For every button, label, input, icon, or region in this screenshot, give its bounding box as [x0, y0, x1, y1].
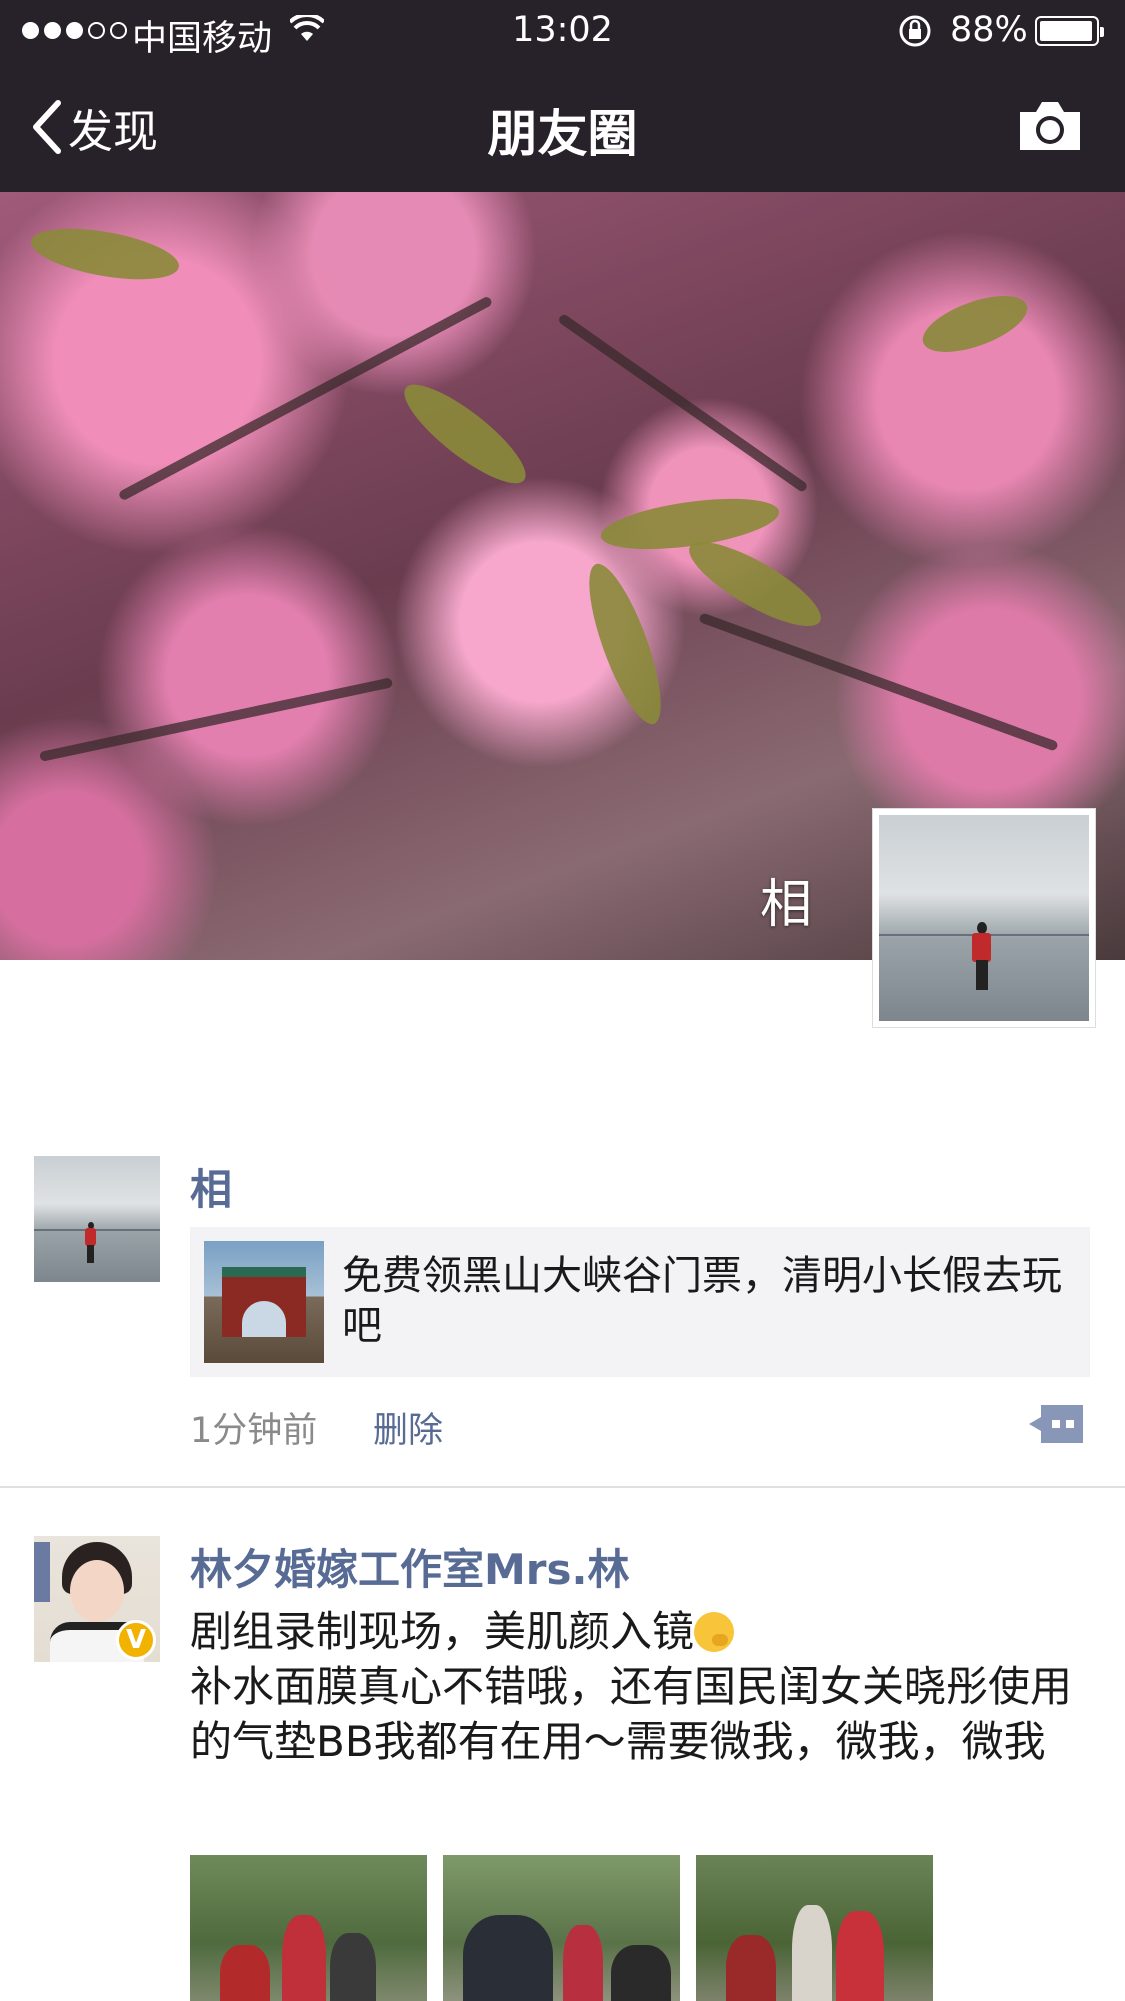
- comment-icon[interactable]: [1027, 1403, 1085, 1445]
- avatar[interactable]: V: [34, 1536, 160, 1662]
- shared-link-thumbnail: [204, 1241, 324, 1363]
- status-bar: 中国移动 13:02 88%: [0, 0, 1125, 62]
- post-image[interactable]: [696, 1855, 933, 2001]
- post-image[interactable]: [443, 1855, 680, 2001]
- post-divider: [0, 1486, 1125, 1488]
- post-image[interactable]: [190, 1855, 427, 2001]
- delete-button[interactable]: 删除: [373, 1402, 443, 1453]
- post-text: 剧组录制现场，美肌颜入镜 补水面膜真心不错哦，还有国民闺女关晓彤使用的气垫BB我…: [190, 1604, 1095, 1769]
- camera-icon[interactable]: [1016, 98, 1084, 154]
- post-image-grid: [190, 1855, 933, 2001]
- battery-percent: 88%: [950, 10, 1028, 50]
- post-text-line1: 剧组录制现场，美肌颜入镜: [190, 1607, 695, 1656]
- moment-post: V 林夕婚嫁工作室Mrs.林 剧组录制现场，美肌颜入镜 补水面膜真心不错哦，还有…: [0, 1532, 1125, 2001]
- shared-link-title: 免费领黑山大峡谷门票，清明小长假去玩吧: [342, 1253, 1062, 1349]
- avatar[interactable]: [34, 1156, 160, 1282]
- top-bar: 中国移动 13:02 88% 发现 朋友圈: [0, 0, 1125, 192]
- verified-badge: V: [116, 1620, 156, 1660]
- thinking-emoji-icon: [694, 1612, 735, 1652]
- page-title: 朋友圈: [487, 105, 638, 163]
- rotation-lock-icon: [899, 15, 931, 47]
- cover-user-name: 相: [760, 875, 813, 935]
- post-time: 1分钟前: [190, 1411, 318, 1451]
- post-text-rest: 补水面膜真心不错哦，还有国民闺女关晓彤使用的气垫BB我都有在用～需要微我，微我，…: [190, 1662, 1073, 1766]
- post-author[interactable]: 林夕婚嫁工作室Mrs.林: [190, 1536, 629, 1597]
- battery-icon: [1035, 16, 1104, 46]
- post-author[interactable]: 相: [190, 1156, 232, 1217]
- profile-avatar[interactable]: [872, 808, 1096, 1028]
- shared-link-card[interactable]: 免费领黑山大峡谷门票，清明小长假去玩吧: [190, 1227, 1090, 1377]
- moment-post: 相 免费领黑山大峡谷门票，清明小长假去玩吧 1分钟前 删除: [0, 1150, 1125, 1488]
